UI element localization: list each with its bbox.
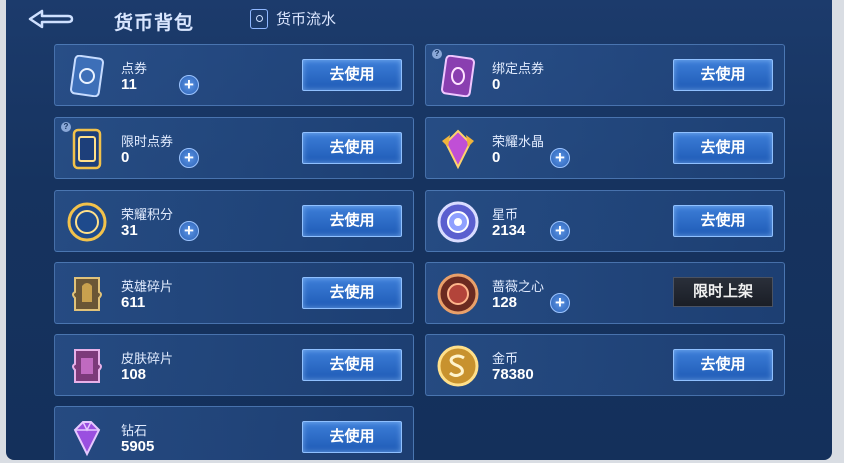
limited-coupon-icon [65,127,109,171]
currency-flow-label: 货币流水 [276,11,337,28]
bound-coupon-icon [436,54,480,98]
add-icon[interactable]: + [550,148,570,168]
currency-name: 钻石 [121,423,148,438]
add-icon[interactable]: + [179,75,199,95]
star-coin-icon [436,200,480,244]
add-icon[interactable]: + [179,221,199,241]
currency-value: 0 [121,149,130,166]
currency-value: 108 [121,366,147,383]
currency-name: 点券 [121,61,148,76]
currency-value: 611 [121,294,146,311]
currency-value: 128 [492,294,518,311]
currency-value: 0 [492,76,501,93]
currency-name: 星币 [492,207,519,222]
card-zuanshi: 钻石 5905 去使用 [54,406,414,460]
top-bar: 货币背包 货币流水 [6,0,832,40]
use-button[interactable]: 去使用 [302,421,402,453]
card-jifen: 荣耀积分 31 + 去使用 [54,190,414,252]
glory-crystal-icon [436,127,480,171]
card-xianshi: ? 限时点券 0 + 去使用 [54,117,414,179]
hero-fragment-icon [65,272,109,316]
currency-value: 5905 [121,438,155,455]
currency-value: 2134 [492,222,526,239]
currency-value: 0 [492,149,501,166]
card-qiangwei: 蔷薇之心 128 + 限时上架 [425,262,785,324]
currency-flow-tab[interactable]: 货币流水 [250,8,336,29]
limited-time-badge: 限时上架 [673,277,773,307]
currency-value: 11 [121,76,137,93]
card-xingbi: 星币 2134 + 去使用 [425,190,785,252]
currency-name: 荣耀积分 [121,207,174,222]
ledger-icon [250,8,268,29]
use-button[interactable]: 去使用 [302,132,402,164]
card-pifu: 皮肤碎片 108 去使用 [54,334,414,396]
coupon-card-icon [65,54,109,98]
use-button[interactable]: 去使用 [673,132,773,164]
currency-value: 31 [121,222,138,239]
card-jinbi: 金币 78380 去使用 [425,334,785,396]
add-icon[interactable]: + [550,221,570,241]
use-button[interactable]: 去使用 [673,205,773,237]
use-button[interactable]: 去使用 [673,349,773,381]
rose-heart-icon [436,272,480,316]
card-bangding: ? 绑定点券 0 去使用 [425,44,785,106]
use-button[interactable]: 去使用 [302,205,402,237]
add-icon[interactable]: + [550,293,570,313]
glory-points-icon [65,200,109,244]
diamond-icon [65,416,109,460]
card-dianquan: 点券 11 + 去使用 [54,44,414,106]
page-title: 货币背包 [114,13,195,34]
card-yingxiong: 英雄碎片 611 去使用 [54,262,414,324]
currency-name: 蔷薇之心 [492,279,545,294]
add-icon[interactable]: + [179,148,199,168]
use-button[interactable]: 去使用 [302,59,402,91]
currency-name: 皮肤碎片 [121,351,174,366]
card-shuijing: 荣耀水晶 0 + 去使用 [425,117,785,179]
currency-name: 荣耀水晶 [492,134,545,149]
currency-name: 绑定点券 [492,61,545,76]
currency-name: 限时点券 [121,134,174,149]
back-arrow-icon[interactable] [28,8,74,30]
use-button[interactable]: 去使用 [673,59,773,91]
use-button[interactable]: 去使用 [302,277,402,309]
gold-coin-icon [436,344,480,388]
currency-value: 78380 [492,366,534,383]
use-button[interactable]: 去使用 [302,349,402,381]
currency-backpack-panel: 货币背包 货币流水 点券 11 + 去使用 ? 绑定点券 0 去使用 ? 限时点… [6,0,832,460]
skin-fragment-icon [65,344,109,388]
currency-name: 英雄碎片 [121,279,174,294]
currency-name: 金币 [492,351,519,366]
